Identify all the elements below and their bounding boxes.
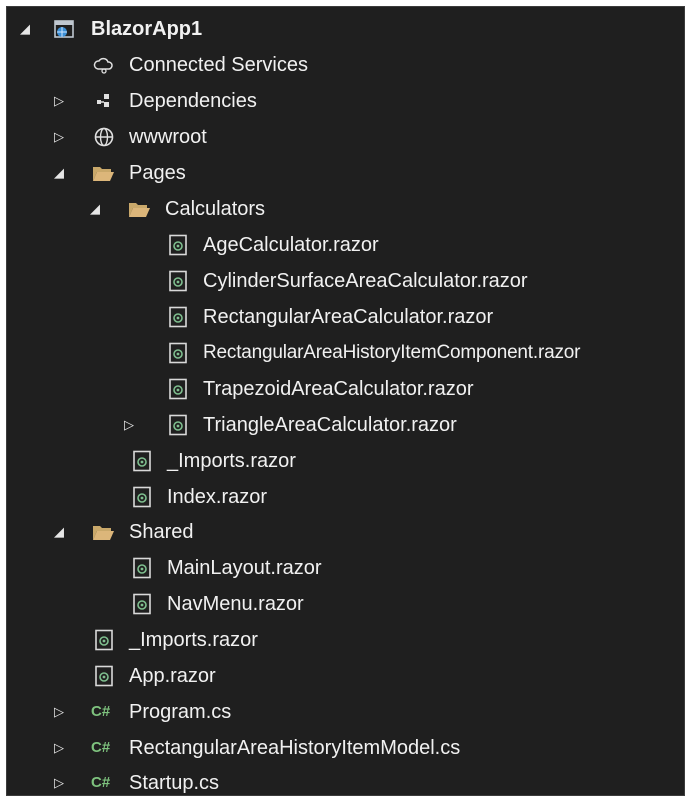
tree-item-cylinder-calculator[interactable]: CylinderSurfaceAreaCalculator.razor — [7, 263, 684, 299]
tree-item-wwwroot[interactable]: ▷ wwwroot — [7, 119, 684, 155]
tree-item-label: App.razor — [129, 665, 216, 687]
web-project-icon — [53, 18, 75, 40]
tree-item-rectangular-history-component[interactable]: RectangularAreaHistoryItemComponent.razo… — [7, 335, 684, 371]
csharp-file-icon: C# — [91, 739, 111, 756]
expand-arrow-icon[interactable]: ▷ — [49, 119, 69, 155]
expand-arrow-icon[interactable]: ◢ — [49, 514, 69, 550]
tree-item-index[interactable]: Index.razor — [7, 479, 684, 515]
razor-file-icon — [167, 414, 189, 436]
razor-file-icon — [131, 450, 153, 472]
tree-item-app[interactable]: App.razor — [7, 658, 684, 694]
tree-item-label: NavMenu.razor — [167, 593, 304, 615]
tree-item-label: wwwroot — [129, 126, 207, 148]
tree-item-label: Program.cs — [129, 701, 232, 723]
razor-file-icon — [167, 306, 189, 328]
tree-item-shared-folder[interactable]: ◢ Shared — [7, 514, 684, 550]
tree-item-triangle-calculator[interactable]: ▷ TriangleAreaCalculator.razor — [7, 407, 684, 443]
razor-file-icon — [131, 593, 153, 615]
expand-arrow-icon[interactable]: ◢ — [85, 191, 105, 227]
tree-item-label: RectangularAreaCalculator.razor — [203, 306, 494, 328]
tree-item-label: CylinderSurfaceAreaCalculator.razor — [203, 270, 528, 292]
tree-item-main-layout[interactable]: MainLayout.razor — [7, 550, 684, 586]
tree-item-label: Startup.cs — [129, 772, 220, 794]
tree-item-label: TrapezoidAreaCalculator.razor — [203, 378, 474, 400]
folder-open-icon — [91, 521, 114, 543]
expand-arrow-icon[interactable]: ▷ — [49, 694, 69, 730]
tree-item-label: _Imports.razor — [129, 629, 258, 651]
tree-item-age-calculator[interactable]: AgeCalculator.razor — [7, 227, 684, 263]
tree-item-label: Shared — [129, 521, 194, 543]
connected-services-icon — [93, 54, 115, 76]
expand-arrow-icon[interactable]: ▷ — [119, 407, 139, 443]
tree-item-label: MainLayout.razor — [167, 557, 322, 579]
tree-item-root-imports[interactable]: _Imports.razor — [7, 622, 684, 658]
expand-arrow-icon[interactable]: ▷ — [49, 765, 69, 795]
tree-item-program[interactable]: ▷ C# Program.cs — [7, 694, 684, 730]
tree-item-rectangular-calculator[interactable]: RectangularAreaCalculator.razor — [7, 299, 684, 335]
tree-item-label: RectangularAreaHistoryItemComponent.razo… — [203, 342, 581, 363]
tree-item-nav-menu[interactable]: NavMenu.razor — [7, 586, 684, 622]
tree-item-label: Connected Services — [129, 54, 308, 76]
folder-open-icon — [91, 162, 114, 184]
tree-item-label: BlazorApp1 — [91, 18, 203, 40]
expand-arrow-icon[interactable]: ◢ — [15, 11, 35, 47]
tree-item-startup[interactable]: ▷ C# Startup.cs — [7, 765, 684, 795]
globe-icon — [93, 126, 115, 148]
csharp-file-icon: C# — [91, 703, 111, 720]
tree-item-calculators-folder[interactable]: ◢ Calculators — [7, 191, 684, 227]
tree-item-project[interactable]: ◢ BlazorApp1 — [7, 11, 684, 47]
tree-item-label: Pages — [129, 162, 186, 184]
tree-item-label: AgeCalculator.razor — [203, 234, 379, 256]
csharp-file-icon: C# — [91, 774, 111, 791]
razor-file-icon — [93, 665, 115, 687]
razor-file-icon — [131, 557, 153, 579]
expand-arrow-icon[interactable]: ▷ — [49, 83, 69, 119]
razor-file-icon — [167, 342, 189, 364]
tree-item-history-model[interactable]: ▷ C# RectangularAreaHistoryItemModel.cs — [7, 730, 684, 766]
razor-file-icon — [167, 234, 189, 256]
solution-explorer-tree: ◢ BlazorApp1 Connected Services ▷ Depend… — [6, 6, 685, 796]
razor-file-icon — [131, 486, 153, 508]
tree-item-dependencies[interactable]: ▷ Dependencies — [7, 83, 684, 119]
tree-item-label: _Imports.razor — [167, 450, 296, 472]
tree-item-pages-folder[interactable]: ◢ Pages — [7, 155, 684, 191]
razor-file-icon — [93, 629, 115, 651]
tree-item-trapezoid-calculator[interactable]: TrapezoidAreaCalculator.razor — [7, 371, 684, 407]
tree-item-connected-services[interactable]: Connected Services — [7, 47, 684, 83]
tree-item-label: RectangularAreaHistoryItemModel.cs — [129, 737, 461, 759]
razor-file-icon — [167, 378, 189, 400]
expand-arrow-icon[interactable]: ◢ — [49, 155, 69, 191]
dependencies-icon — [93, 90, 115, 112]
tree-item-pages-imports[interactable]: _Imports.razor — [7, 443, 684, 479]
tree-item-label: TriangleAreaCalculator.razor — [203, 414, 457, 436]
folder-open-icon — [127, 198, 150, 220]
razor-file-icon — [167, 270, 189, 292]
tree-item-label: Calculators — [165, 198, 266, 220]
tree-item-label: Index.razor — [167, 486, 268, 508]
expand-arrow-icon[interactable]: ▷ — [49, 730, 69, 766]
tree-item-label: Dependencies — [129, 90, 257, 112]
